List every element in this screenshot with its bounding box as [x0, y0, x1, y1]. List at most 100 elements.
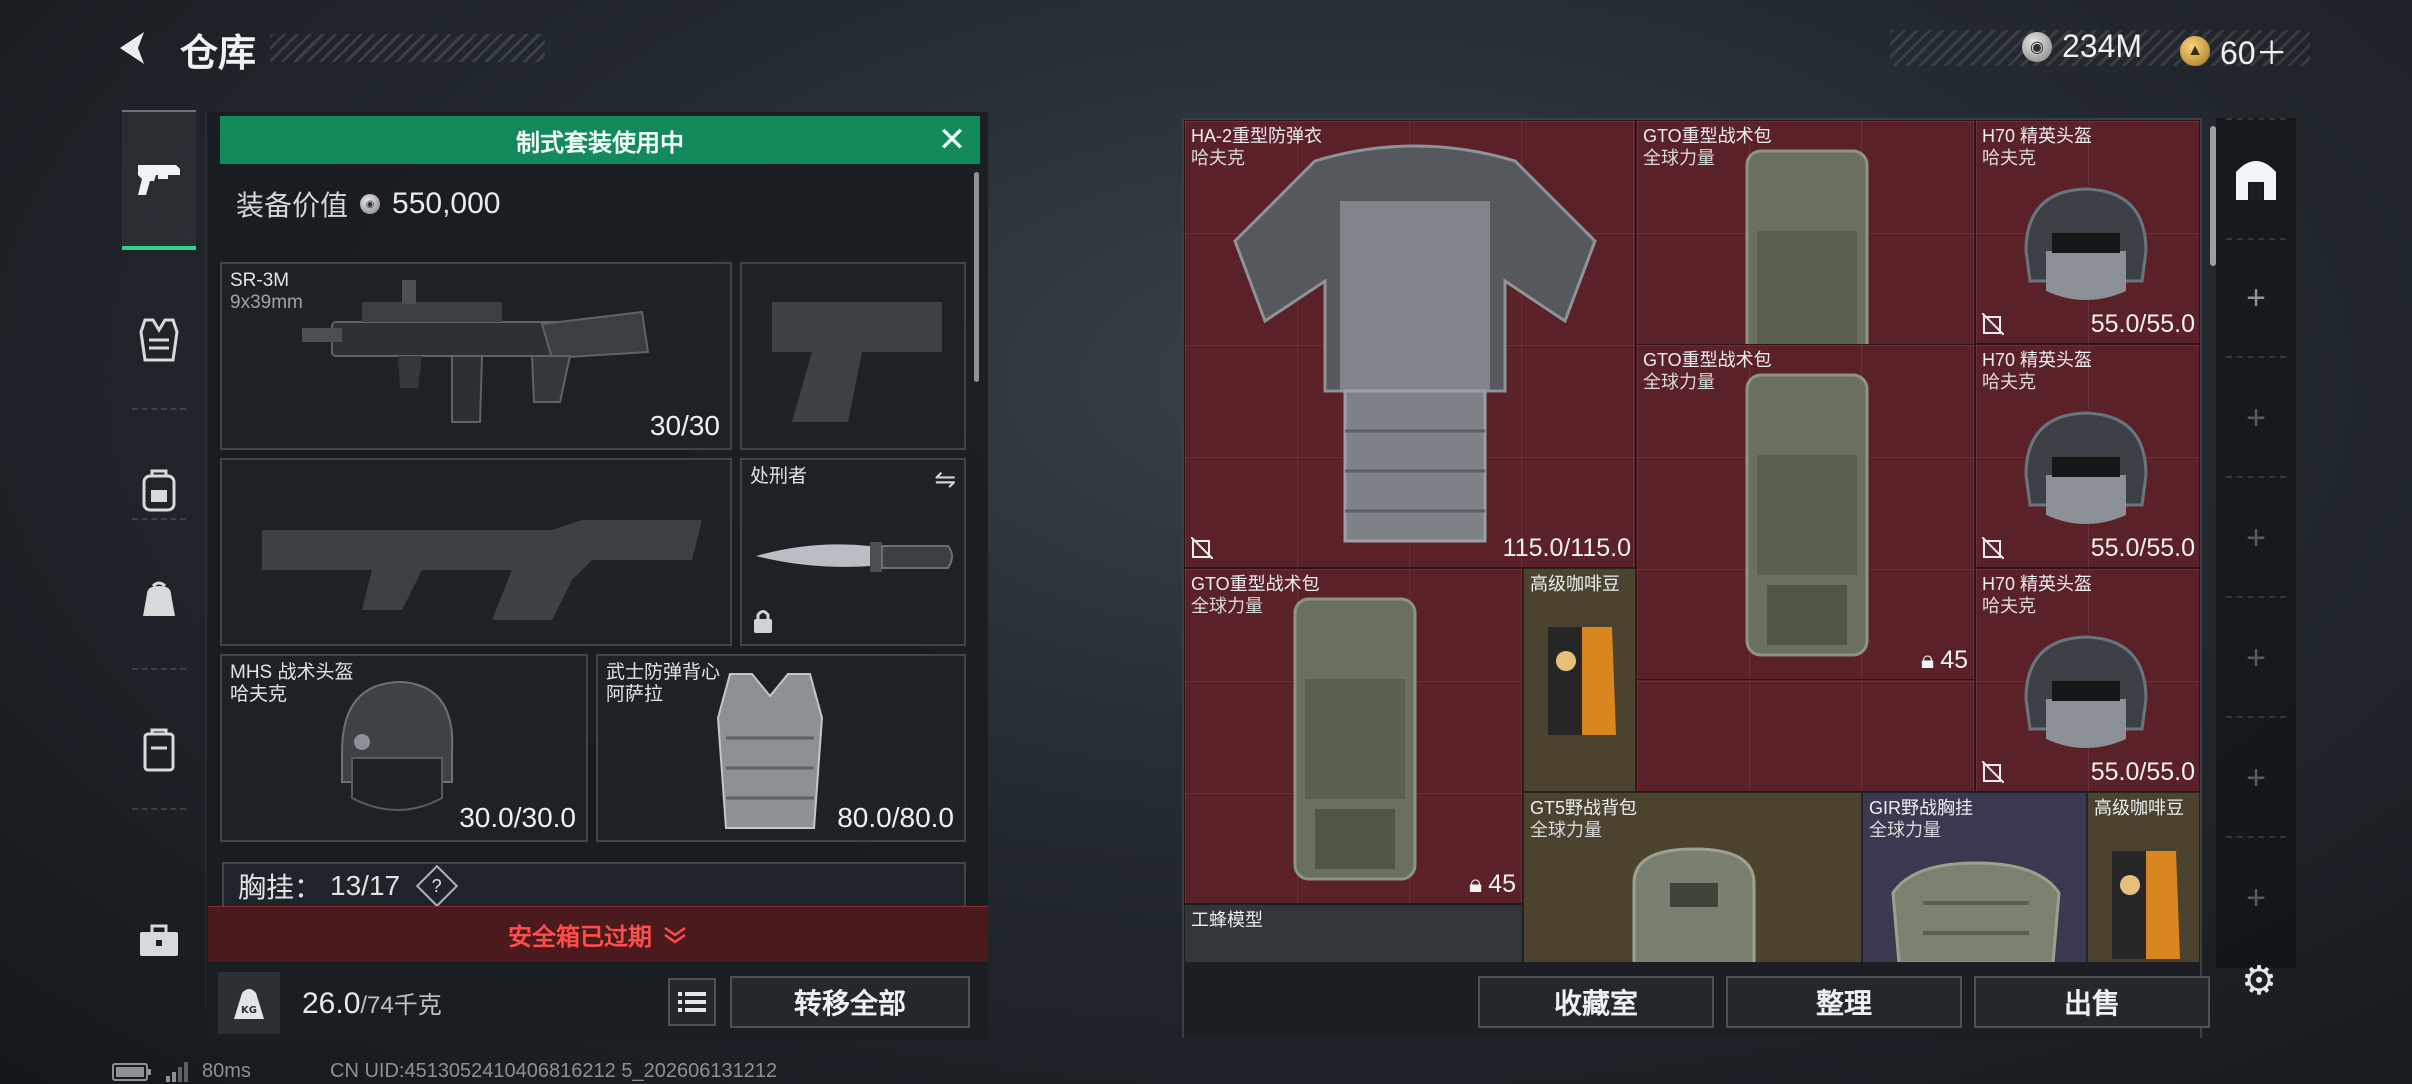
- stash-item-h70-helmet[interactable]: H70 精英头盔 哈夫克 55.0/55.0: [1975, 344, 2200, 568]
- tab-containers[interactable]: [122, 680, 196, 820]
- double-chevron-down-icon: [664, 926, 686, 944]
- stash-item-gto-backpack[interactable]: GTO重型战术包 全球力量 🔒︎45: [1184, 568, 1523, 904]
- lock-icon: 🔒︎: [1920, 646, 1935, 674]
- primary-weapon-slot[interactable]: SR-3M 9x39mm 30/30: [220, 262, 732, 450]
- swap-icon[interactable]: ⇋: [934, 464, 956, 495]
- tab-chest-rig[interactable]: [122, 270, 196, 410]
- item-durability: 55.0/55.0: [2090, 758, 2195, 786]
- item-maker: 哈夫克: [1982, 372, 2036, 392]
- lock-icon: 🔒︎: [1468, 870, 1483, 898]
- stash-item-gt5-backpack[interactable]: GT5野战背包 全球力量: [1523, 792, 1862, 962]
- collection-room-button[interactable]: 收藏室: [1478, 976, 1714, 1028]
- back-button[interactable]: [110, 24, 158, 72]
- helmet-image: [341, 680, 454, 811]
- item-name: 高级咖啡豆: [2094, 798, 2184, 818]
- no-insurance-icon: [1982, 313, 2004, 335]
- armor-durability: 80.0/80.0: [837, 802, 954, 833]
- secondary-weapon-slot[interactable]: [220, 458, 732, 646]
- stash-item-gto-backpack[interactable]: GTO重型战术包 全球力量 🔒︎45: [1636, 344, 1975, 680]
- tab-tools[interactable]: [122, 870, 196, 1010]
- title-decoration: [270, 34, 545, 62]
- add-page-plus-icon[interactable]: +: [2236, 278, 2276, 318]
- user-uid: CN UID:4513052410406816212 5_20260613121…: [330, 1060, 778, 1082]
- pistol-slot[interactable]: [740, 262, 966, 450]
- toolbox-icon: [140, 924, 178, 956]
- item-maker: 全球力量: [1530, 820, 1602, 840]
- list-view-button[interactable]: [668, 978, 716, 1026]
- value-amount: 550,000: [392, 187, 501, 220]
- stash-scrollbar[interactable]: [2210, 126, 2216, 266]
- stash-item-h70-helmet[interactable]: H70 精英头盔 哈夫克 55.0/55.0: [1975, 120, 2200, 344]
- item-name: GT5野战背包: [1530, 798, 1638, 818]
- help-icon[interactable]: ?: [415, 864, 459, 908]
- weapon-caliber: 9x39mm: [230, 292, 303, 313]
- add-page-plus-icon[interactable]: +: [2236, 758, 2276, 798]
- tab-weapons[interactable]: [122, 110, 196, 250]
- item-count: 🔒︎45: [1468, 870, 1516, 898]
- item-name: 高级咖啡豆: [1530, 574, 1620, 594]
- armor-name: 武士防弹背心: [606, 662, 721, 683]
- elite-helmet-image: [2024, 187, 2148, 300]
- item-name: 工蜂模型: [1191, 910, 1263, 930]
- melee-name: 处刑者: [750, 466, 808, 487]
- gold-amount: 60＋: [2220, 35, 2288, 71]
- tactical-backpack-image: [1293, 597, 1417, 881]
- weight-max: /74千克: [360, 992, 442, 1019]
- item-durability: 55.0/55.0: [2090, 310, 2195, 338]
- item-name: H70 精英头盔: [1982, 126, 2093, 146]
- close-icon[interactable]: ✕: [934, 122, 970, 158]
- rifle-placeholder-icon: [262, 520, 702, 620]
- loadout-banner: 制式套装使用中 ✕: [220, 116, 980, 164]
- no-insurance-icon: [1982, 761, 2004, 783]
- safe-box-expired-bar[interactable]: 安全箱已过期: [208, 906, 988, 962]
- item-durability: 55.0/55.0: [2090, 534, 2195, 562]
- elite-helmet-image: [2024, 411, 2148, 524]
- helmet-durability: 30.0/30.0: [459, 802, 576, 833]
- item-name: GIR野战胸挂: [1869, 798, 1974, 818]
- coffee-bag-image: [2112, 851, 2180, 959]
- ping-value: 80ms: [202, 1060, 251, 1082]
- silver-currency[interactable]: ◉ 234M: [2022, 28, 2142, 65]
- sell-button[interactable]: 出售: [1974, 976, 2210, 1028]
- weight-current: 26.0: [302, 987, 361, 1020]
- armor-slot[interactable]: 武士防弹背心 阿萨拉 80.0/80.0: [596, 654, 966, 842]
- add-page-plus-icon[interactable]: +: [2236, 878, 2276, 918]
- chest-rig-row[interactable]: 胸挂： 13/17 ?: [222, 862, 966, 910]
- stash-page-home[interactable]: [2232, 152, 2280, 202]
- stash-item-worker-bee-model[interactable]: 工蜂模型: [1184, 904, 1523, 962]
- no-insurance-icon: [1982, 537, 2004, 559]
- safe-box-status: 安全箱已过期: [508, 924, 652, 951]
- field-backpack-image: [1632, 847, 1756, 962]
- add-page-plus-icon[interactable]: +: [2236, 518, 2276, 558]
- add-page-plus-icon[interactable]: +: [2236, 398, 2276, 438]
- lock-icon: [754, 610, 772, 633]
- stash-item-h70-helmet[interactable]: H70 精英头盔 哈夫克 55.0/55.0: [1975, 568, 2200, 792]
- silver-coin-icon: ◉: [2022, 31, 2052, 62]
- backpack-icon: [142, 469, 176, 512]
- tab-bags[interactable]: [122, 530, 196, 670]
- stash-item-coffee-beans[interactable]: 高级咖啡豆: [1523, 568, 1636, 792]
- stash-item-gir-chest-rig[interactable]: GIR野战胸挂 全球力量: [1862, 792, 2087, 962]
- helmet-slot[interactable]: MHS 战术头盔 哈夫克 30.0/30.0: [220, 654, 588, 842]
- settings-gear-icon[interactable]: ⚙: [2236, 958, 2282, 1004]
- chest-rig-capacity: 13/17: [330, 870, 401, 901]
- loadout-scrollbar[interactable]: [974, 172, 979, 382]
- stash-item-coffee-beans[interactable]: 高级咖啡豆: [2087, 792, 2200, 962]
- category-tabs: [112, 110, 206, 1010]
- stash-grid: HA-2重型防弹衣 哈夫克 115.0/115.0 GTO重型战术包 全球力量 …: [1184, 120, 2200, 962]
- melee-slot[interactable]: 处刑者 ⇋: [740, 458, 966, 646]
- item-maker: 哈夫克: [1982, 148, 2036, 168]
- banner-text: 制式套装使用中: [516, 129, 684, 157]
- stash-item-ha2-armor[interactable]: HA-2重型防弹衣 哈夫克 115.0/115.0: [1184, 120, 1636, 568]
- silver-coin-icon: ◉: [360, 194, 381, 214]
- bag-icon: [143, 581, 175, 616]
- page-title: 仓库: [180, 33, 257, 75]
- silver-amount: 234M: [2062, 28, 2143, 64]
- vest-icon: [139, 318, 179, 362]
- organize-button[interactable]: 整理: [1726, 976, 1962, 1028]
- add-page-plus-icon[interactable]: +: [2236, 638, 2276, 678]
- svg-text:KG: KG: [241, 1005, 257, 1016]
- gold-currency[interactable]: ▲ 60＋: [2180, 28, 2288, 74]
- pistol-icon: [138, 165, 180, 195]
- transfer-all-button[interactable]: 转移全部: [730, 976, 970, 1028]
